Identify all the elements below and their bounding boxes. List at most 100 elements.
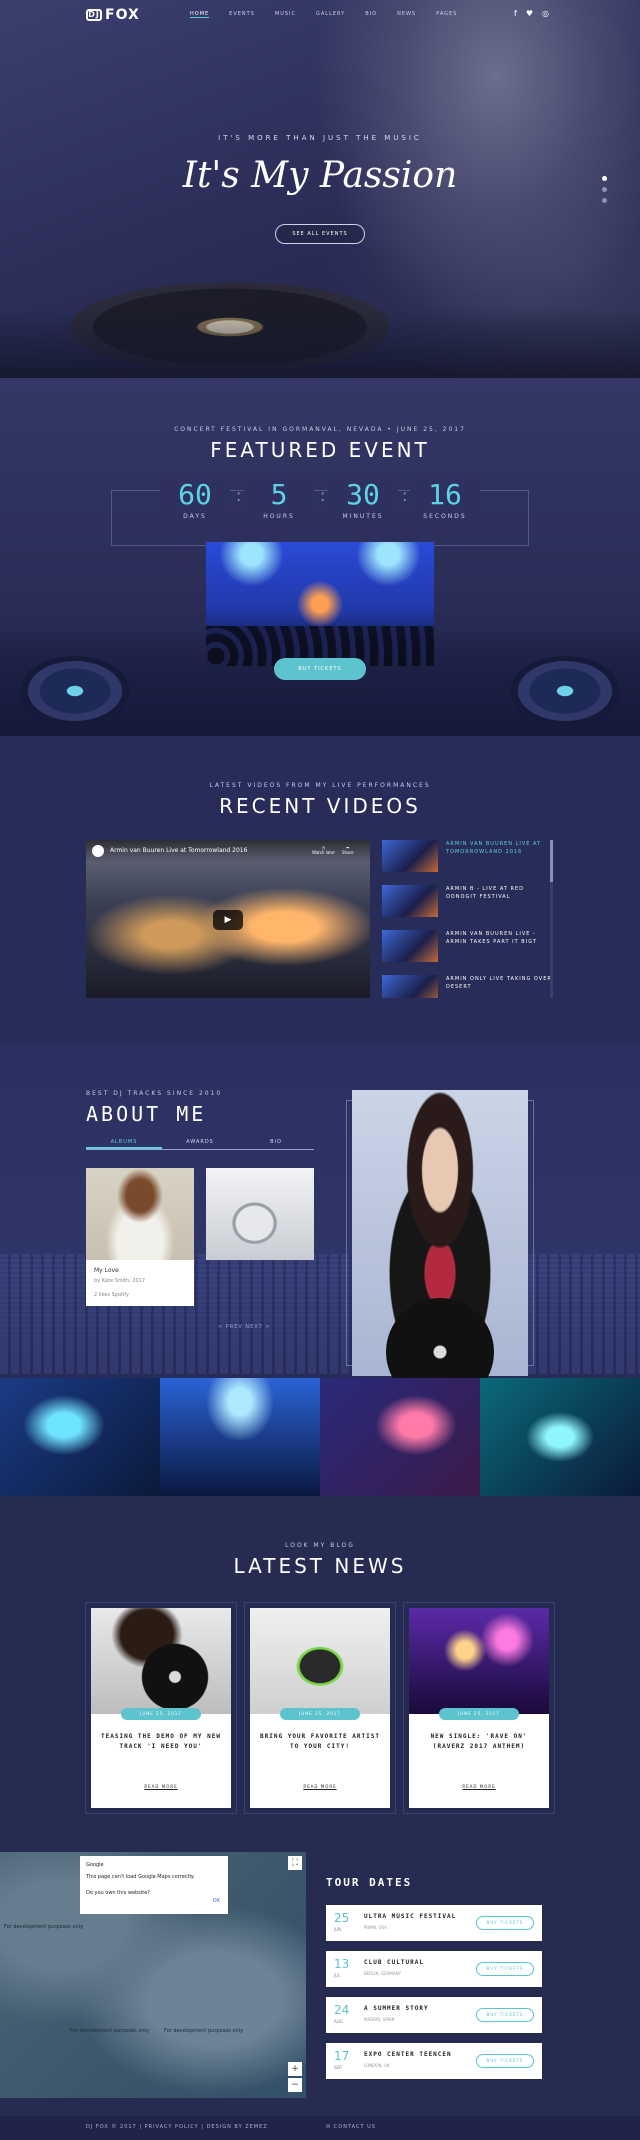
featured-event-section: CONCERT FESTIVAL IN GORMANVAL, NEVADA • …: [0, 378, 640, 736]
about-kicker: BEST DJ TRACKS SINCE 2010: [86, 1090, 223, 1097]
share-label: Share: [342, 850, 354, 855]
tour-month: JUL: [334, 1973, 341, 1978]
nav-item-pages[interactable]: PAGES: [436, 11, 457, 18]
tour-event-name[interactable]: ULTRA MUSIC FESTIVAL: [364, 1913, 456, 1920]
tour-location: BERLIN, GERMANY: [364, 1971, 402, 1976]
jog-wheel-right: [510, 656, 620, 726]
gallery-image[interactable]: [0, 1378, 160, 1496]
logo[interactable]: DJ FOX: [86, 7, 140, 23]
countdown-value: 60: [178, 478, 212, 511]
tab-awards[interactable]: AWARDS: [162, 1135, 238, 1149]
album-card[interactable]: [206, 1168, 314, 1260]
nav-item-home[interactable]: HOME: [190, 11, 210, 18]
buy-tickets-button[interactable]: BUY TICKETS: [274, 658, 366, 680]
news-headline[interactable]: TEASING THE DEMO OF MY NEW TRACK 'I NEED…: [101, 1732, 221, 1752]
see-all-events-button[interactable]: SEE ALL EVENTS: [275, 224, 365, 244]
nav-item-bio[interactable]: BIO: [365, 11, 377, 18]
news-card[interactable]: JUNE 25, 2017 BRING YOUR FAVORITE ARTIST…: [250, 1608, 390, 1808]
playlist-item[interactable]: ARMIN VAN BUUREN LIVE AT TOMORROWLAND 20…: [382, 840, 554, 880]
channel-avatar[interactable]: [92, 845, 104, 857]
zoom-in-button[interactable]: +: [288, 2062, 302, 2076]
read-more-link[interactable]: READ MORE: [250, 1784, 390, 1789]
countdown-label: SECONDS: [423, 513, 467, 520]
video-player[interactable]: Armin van Buuren Live at Tomorrowland 20…: [86, 840, 370, 998]
slider-dot[interactable]: [602, 176, 607, 181]
scrollbar-thumb[interactable]: [550, 840, 553, 882]
tour-location: LONDON, UK: [364, 2063, 390, 2068]
gallery-image[interactable]: [320, 1378, 480, 1496]
google-map[interactable]: For development purposes only For develo…: [0, 1852, 306, 2098]
tour-buy-tickets-button[interactable]: BUY TICKETS: [476, 2054, 534, 2068]
video-title[interactable]: Armin van Buuren Live at Tomorrowland 20…: [110, 847, 247, 854]
news-headline[interactable]: NEW SINGLE: 'RAVE ON' (RAVERZ 2017 ANTHE…: [419, 1732, 539, 1752]
twitter-icon[interactable]: ♥: [526, 9, 533, 18]
album-card[interactable]: My Love by Kate Smith, 2017 2 likes Spot…: [86, 1168, 194, 1306]
fullscreen-icon[interactable]: ⛶: [288, 1856, 302, 1870]
top-nav: DJ FOX HOME EVENTS MUSIC GALLERY BIO NEWS…: [0, 0, 640, 30]
album-title: My Love: [94, 1267, 119, 1274]
album-links[interactable]: 2 likes Spotify: [94, 1290, 186, 1300]
slider-dot[interactable]: [602, 198, 607, 203]
tab-albums[interactable]: ALBUMS: [86, 1135, 162, 1149]
logo-mark-icon: DJ: [86, 9, 102, 21]
playlist-item[interactable]: ARMIN B - LIVE AT RED ODNOGIT FESTIVAL: [382, 885, 554, 925]
tour-month: JUN: [334, 1927, 342, 1932]
facebook-icon[interactable]: f: [514, 9, 517, 18]
tab-bio[interactable]: BIO: [238, 1135, 314, 1149]
countdown-label: MINUTES: [342, 513, 384, 520]
countdown-separator: :: [402, 486, 408, 505]
tour-buy-tickets-button[interactable]: BUY TICKETS: [476, 2008, 534, 2022]
tour-row: 17 SEP EXPO CENTER TEENCEN LONDON, UK BU…: [326, 2043, 542, 2079]
news-image: [409, 1608, 549, 1714]
slider-dot[interactable]: [602, 187, 607, 192]
map-question-text: Do you own this website?: [86, 1890, 150, 1896]
news-card[interactable]: JUNE 25, 2017 TEASING THE DEMO OF MY NEW…: [91, 1608, 231, 1808]
tour-day: 24: [334, 2003, 350, 2017]
nav-item-news[interactable]: NEWS: [397, 11, 416, 18]
zoom-out-button[interactable]: −: [288, 2078, 302, 2092]
video-thumbnail: [382, 885, 438, 917]
map-ok-button[interactable]: OK: [213, 1898, 220, 1904]
share-button[interactable]: ➦ Share: [342, 845, 354, 855]
album-cover-image: [86, 1168, 194, 1260]
nav-item-music[interactable]: MUSIC: [275, 11, 296, 18]
countdown-separator: :: [236, 486, 242, 505]
tour-event-name[interactable]: A SUMMER STORY: [364, 2005, 429, 2012]
nav-item-gallery[interactable]: GALLERY: [316, 11, 345, 18]
countdown-hours: 5 HOURS: [244, 478, 314, 520]
map-label: For development purposes only: [4, 1924, 84, 1930]
tour-buy-tickets-button[interactable]: BUY TICKETS: [476, 1916, 534, 1930]
footer-contact[interactable]: ✉ CONTACT US: [326, 2124, 376, 2130]
gallery-image[interactable]: [160, 1378, 320, 1496]
logo-text: FOX: [105, 7, 140, 23]
playlist-scrollbar[interactable]: [550, 840, 553, 998]
albums-pager[interactable]: < PREV NEXT >: [218, 1324, 271, 1330]
read-more-link[interactable]: READ MORE: [409, 1784, 549, 1789]
playlist-item[interactable]: ARMIN ONLY LIVE TAKING OVER DESERT: [382, 975, 554, 998]
tour-event-name[interactable]: EXPO CENTER TEENCEN: [364, 2051, 452, 2058]
news-card[interactable]: JUNE 25, 2017 NEW SINGLE: 'RAVE ON' (RAV…: [409, 1608, 549, 1808]
featured-kicker: CONCERT FESTIVAL IN GORMANVAL, NEVADA • …: [174, 426, 466, 433]
about-tabs: ALBUMS AWARDS BIO: [86, 1135, 314, 1150]
mail-icon: ✉: [326, 2124, 334, 2130]
news-date-badge: JUNE 25, 2017: [121, 1708, 201, 1720]
tour-buy-tickets-button[interactable]: BUY TICKETS: [476, 1962, 534, 1976]
footer: DJ FOX © 2017 | PRIVACY POLICY | DESIGN …: [0, 2116, 640, 2140]
tour-event-name[interactable]: CLUB CULTURAL: [364, 1959, 424, 1966]
news-headline[interactable]: BRING YOUR FAVORITE ARTIST TO YOUR CITY!: [260, 1732, 380, 1752]
read-more-link[interactable]: READ MORE: [91, 1784, 231, 1789]
instagram-icon[interactable]: ◎: [542, 9, 549, 18]
tour-dates-title: TOUR DATES: [326, 1876, 413, 1889]
google-wordmark: Google: [86, 1862, 104, 1868]
tour-location: MIAMI, USA: [364, 1925, 387, 1930]
playlist-item[interactable]: ARMIN VAN BUUREN LIVE - ARMIN TAKES PART…: [382, 930, 554, 970]
about-title: ABOUT ME: [86, 1102, 207, 1126]
news-date-badge: JUNE 25, 2017: [280, 1708, 360, 1720]
nav-item-events[interactable]: EVENTS: [229, 11, 255, 18]
gallery-image[interactable]: [480, 1378, 640, 1496]
hero-deck-shade: [0, 308, 640, 378]
tour-month: SEP: [334, 2065, 342, 2070]
watch-later-button[interactable]: ◷ Watch later: [312, 845, 335, 855]
play-icon[interactable]: ▶: [213, 910, 243, 930]
hero-title: It's My Passion: [182, 155, 458, 196]
